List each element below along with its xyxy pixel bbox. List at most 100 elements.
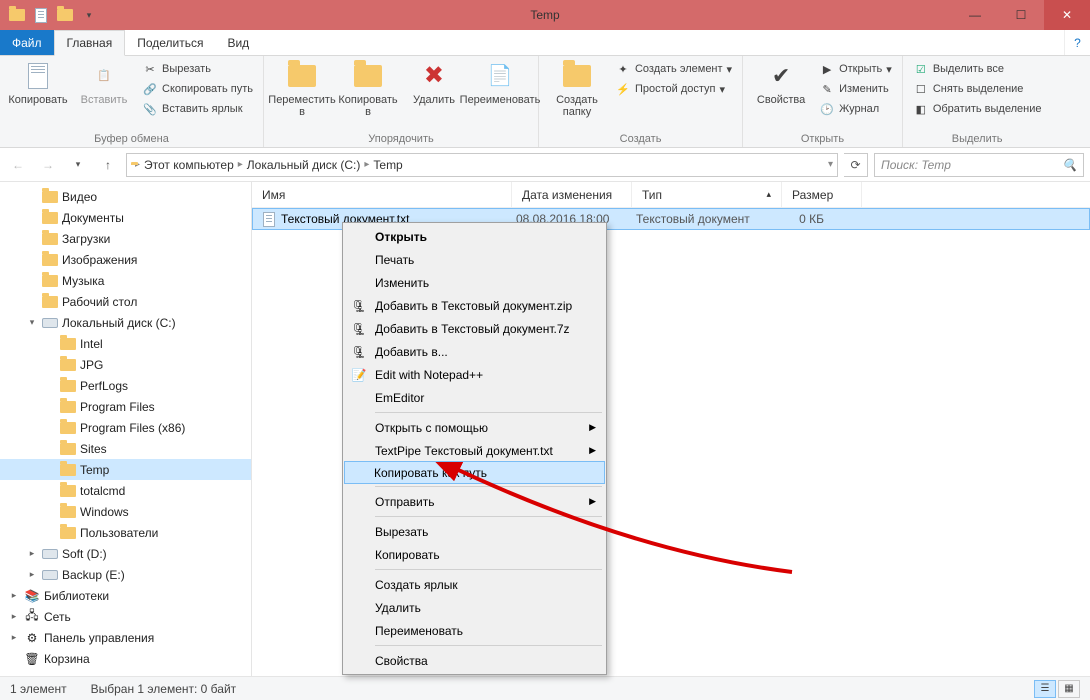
ribbon: Копировать 📋Вставить ✂Вырезать 🔗Скопиров… <box>0 56 1090 148</box>
tree-node[interactable]: Temp <box>0 459 251 480</box>
easy-access-button[interactable]: ⚡Простой доступ ▾ <box>613 80 734 98</box>
folder-icon <box>60 462 76 478</box>
tree-node[interactable]: ▸📚Библиотеки <box>0 585 251 606</box>
qat-newfolder-icon[interactable] <box>54 4 76 26</box>
menu-item[interactable]: Создать ярлык <box>345 573 604 596</box>
tree-label: Intel <box>80 337 103 351</box>
folder-icon <box>60 399 76 415</box>
menu-item[interactable]: Удалить <box>345 596 604 619</box>
nav-forward-button[interactable]: → <box>36 153 60 177</box>
nav-up-button[interactable]: ↑ <box>96 153 120 177</box>
col-date[interactable]: Дата изменения <box>512 182 632 207</box>
copy-button[interactable]: Копировать <box>8 60 68 106</box>
paste-shortcut-button[interactable]: 📎Вставить ярлык <box>140 100 255 118</box>
menu-item[interactable]: Открыть <box>345 225 604 248</box>
tree-node[interactable]: ▸Soft (D:) <box>0 543 251 564</box>
tree-node[interactable]: Windows <box>0 501 251 522</box>
expander-icon[interactable]: ▾ <box>26 317 38 328</box>
tree-node[interactable]: Пользователи <box>0 522 251 543</box>
menu-item[interactable]: Изменить <box>345 271 604 294</box>
address-bar[interactable]: ▸ Этот компьютер▸ Локальный диск (C:)▸ T… <box>126 153 838 177</box>
tree-node[interactable]: Intel <box>0 333 251 354</box>
history-button[interactable]: 🕑Журнал <box>817 100 894 118</box>
tree-node[interactable]: ▸Backup (E:) <box>0 564 251 585</box>
copy-to-button[interactable]: Копировать в <box>338 60 398 118</box>
open-button[interactable]: ▶Открыть ▾ <box>817 60 894 78</box>
properties-button[interactable]: ✔Свойства <box>751 60 811 106</box>
close-button[interactable]: ✕ <box>1044 0 1090 30</box>
tree-node[interactable]: JPG <box>0 354 251 375</box>
tab-view[interactable]: Вид <box>215 30 261 55</box>
breadcrumb[interactable]: Локальный диск (C:) <box>247 158 361 172</box>
expander-icon[interactable]: ▸ <box>26 569 38 580</box>
delete-button[interactable]: ✖Удалить <box>404 60 464 106</box>
drive-icon <box>42 567 58 583</box>
maximize-button[interactable]: ☐ <box>998 0 1044 30</box>
breadcrumb[interactable]: Этот компьютер <box>144 158 234 172</box>
tree-node[interactable]: Видео <box>0 186 251 207</box>
menu-item[interactable]: Открыть с помощью▶ <box>345 416 604 439</box>
menu-item[interactable]: EmEditor <box>345 386 604 409</box>
tab-home[interactable]: Главная <box>54 30 126 56</box>
menu-item[interactable]: 🗜Добавить в Текстовый документ.7z <box>345 317 604 340</box>
expander-icon[interactable]: ▸ <box>26 548 38 559</box>
tree-node[interactable]: Музыка <box>0 270 251 291</box>
menu-item[interactable]: Копировать <box>345 543 604 566</box>
col-type[interactable]: Тип▴ <box>632 182 782 207</box>
cut-button[interactable]: ✂Вырезать <box>140 60 255 78</box>
edit-button[interactable]: ✎Изменить <box>817 80 894 98</box>
paste-button[interactable]: 📋Вставить <box>74 60 134 106</box>
col-name[interactable]: Имя <box>252 182 512 207</box>
tree-node[interactable]: Program Files (x86) <box>0 417 251 438</box>
select-none-button[interactable]: ☐Снять выделение <box>911 80 1044 98</box>
minimize-button[interactable]: — <box>952 0 998 30</box>
tab-file[interactable]: Файл <box>0 30 54 55</box>
menu-item[interactable]: Вырезать <box>345 520 604 543</box>
menu-item[interactable]: TextPipe Текстовый документ.txt▶ <box>345 439 604 462</box>
breadcrumb[interactable]: Temp <box>373 158 402 172</box>
nav-back-button[interactable]: ← <box>6 153 30 177</box>
tree-node[interactable]: Изображения <box>0 249 251 270</box>
expander-icon[interactable]: ▸ <box>8 590 20 601</box>
tree-node[interactable]: ▸🖧Сеть <box>0 606 251 627</box>
menu-item[interactable]: Отправить▶ <box>345 490 604 513</box>
tree-node[interactable]: Загрузки <box>0 228 251 249</box>
refresh-button[interactable]: ⟳ <box>844 153 868 177</box>
tree-node[interactable]: totalcmd <box>0 480 251 501</box>
qat-dropdown-icon[interactable]: ▾ <box>78 4 100 26</box>
menu-item[interactable]: 📝Edit with Notepad++ <box>345 363 604 386</box>
help-button[interactable]: ? <box>1064 30 1090 55</box>
menu-item[interactable]: 🗜Добавить в Текстовый документ.zip <box>345 294 604 317</box>
copy-path-button[interactable]: 🔗Скопировать путь <box>140 80 255 98</box>
submenu-arrow-icon: ▶ <box>589 422 596 433</box>
invert-selection-button[interactable]: ◧Обратить выделение <box>911 100 1044 118</box>
menu-item[interactable]: 🗜Добавить в... <box>345 340 604 363</box>
rename-button[interactable]: 📄Переименовать <box>470 60 530 106</box>
col-size[interactable]: Размер <box>782 182 862 207</box>
menu-item[interactable]: Переименовать <box>345 619 604 642</box>
nav-recent-button[interactable]: ▾ <box>66 153 90 177</box>
expander-icon[interactable]: ▸ <box>8 632 20 643</box>
qat-properties-icon[interactable] <box>30 4 52 26</box>
tree-node[interactable]: Program Files <box>0 396 251 417</box>
expander-icon[interactable]: ▸ <box>8 611 20 622</box>
tree-node[interactable]: Рабочий стол <box>0 291 251 312</box>
tree-node[interactable]: PerfLogs <box>0 375 251 396</box>
new-folder-button[interactable]: Создать папку <box>547 60 607 118</box>
tree-node[interactable]: Sites <box>0 438 251 459</box>
folder-icon <box>42 189 58 205</box>
tree-node[interactable]: 🗑Корзина <box>0 648 251 669</box>
tree-node[interactable]: ▾Локальный диск (C:) <box>0 312 251 333</box>
menu-item[interactable]: Печать <box>345 248 604 271</box>
select-all-button[interactable]: ☑Выделить все <box>911 60 1044 78</box>
new-item-button[interactable]: ✦Создать элемент ▾ <box>613 60 734 78</box>
tree-node[interactable]: ▸⚙Панель управления <box>0 627 251 648</box>
tree-node[interactable]: Документы <box>0 207 251 228</box>
search-input[interactable]: Поиск: Temp 🔍 <box>874 153 1084 177</box>
view-details-button[interactable]: ☰ <box>1034 680 1056 698</box>
menu-item[interactable]: Копировать как путь <box>344 461 605 484</box>
view-large-button[interactable]: ▦ <box>1058 680 1080 698</box>
move-to-button[interactable]: Переместить в <box>272 60 332 118</box>
menu-item[interactable]: Свойства <box>345 649 604 672</box>
tab-share[interactable]: Поделиться <box>125 30 215 55</box>
